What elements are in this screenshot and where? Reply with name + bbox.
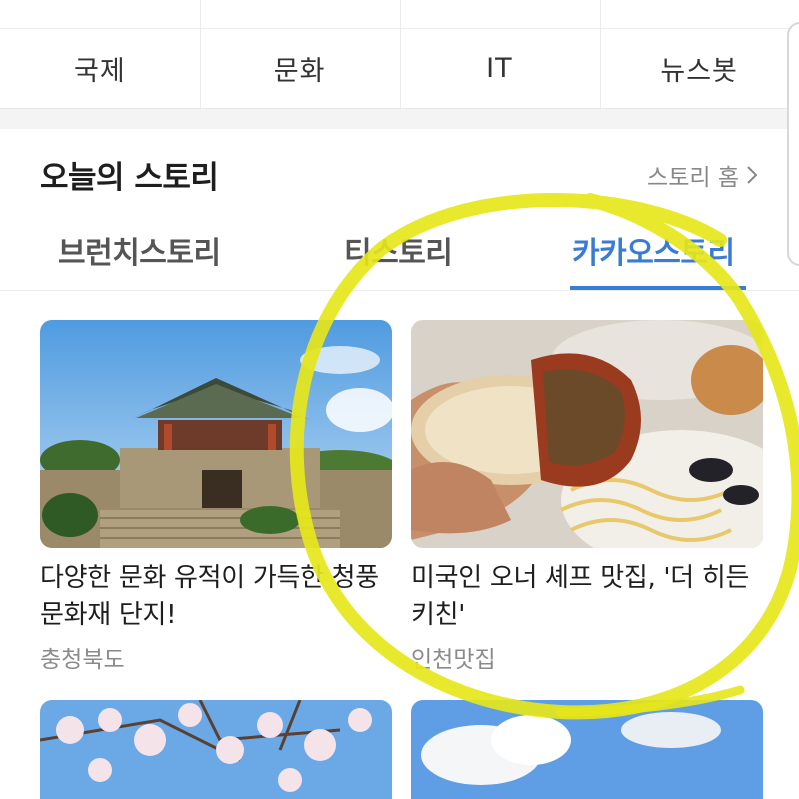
chevron-right-icon	[745, 164, 759, 186]
story-card[interactable]: 다양한 문화 유적이 가득한 청풍 문화재 단지! 충청북도	[40, 320, 392, 674]
story-home-label: 스토리 홈	[647, 165, 739, 191]
tabs-divider	[0, 290, 799, 291]
section-separator	[0, 108, 799, 129]
tab-brunch-story[interactable]: 브런치스토리	[58, 228, 221, 272]
category-newsbot[interactable]: 뉴스봇	[599, 28, 799, 108]
story-card[interactable]	[411, 700, 763, 799]
story-tabs: 브런치스토리 티스토리 카카오스토리	[0, 210, 799, 290]
card-category: 인천맛집	[411, 647, 496, 673]
cherry-blossom-photo[interactable]	[40, 700, 392, 799]
category-grid: 국제 문화 IT 뉴스봇	[0, 28, 799, 108]
tab-tistory[interactable]: 티스토리	[344, 228, 453, 272]
card-title[interactable]: 다양한 문화 유적이 가득한 청풍 문화재 단지!	[40, 560, 392, 634]
story-card[interactable]: 미국인 오너 셰프 맛집, '더 히든 키친' 인천맛집	[411, 320, 763, 674]
pavilion-photo[interactable]	[40, 320, 392, 548]
card-title[interactable]: 미국인 오너 셰프 맛집, '더 히든 키친'	[411, 560, 763, 634]
story-card[interactable]	[40, 700, 392, 799]
category-international[interactable]: 국제	[0, 28, 200, 108]
card-category: 충청북도	[40, 647, 125, 673]
sky-clouds-photo[interactable]	[411, 700, 763, 799]
tab-kakao-story[interactable]: 카카오스토리	[572, 228, 735, 272]
category-culture[interactable]: 문화	[200, 28, 400, 108]
story-home-link[interactable]: 스토리 홈	[647, 158, 759, 192]
news-page: 국제 문화 IT 뉴스봇 오늘의 스토리 스토리 홈 브런치스토리 티스토리 카…	[0, 0, 799, 799]
section-title: 오늘의 스토리	[40, 160, 219, 196]
category-it[interactable]: IT	[400, 28, 600, 108]
food-photo[interactable]	[411, 320, 763, 548]
